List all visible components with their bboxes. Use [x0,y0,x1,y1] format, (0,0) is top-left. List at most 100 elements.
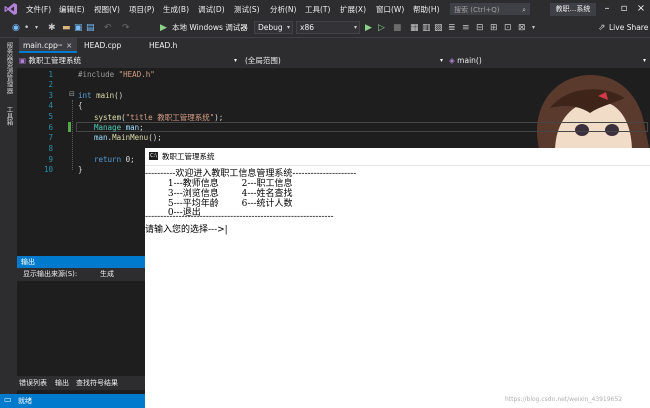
tab-main-cpp[interactable]: main.cpp ⊸ × [19,38,77,53]
line-number: 8 [48,144,53,153]
menu-debug[interactable]: 调试(D) [198,4,225,15]
line-number: 3 [48,91,53,100]
console-title-bar[interactable]: C:\ 教职工管理系统 [145,148,650,166]
restore-icon[interactable]: ▫ [617,2,631,16]
menu-analyze[interactable]: 分析(N) [270,4,296,15]
comment-icon[interactable]: ≣ [448,22,456,34]
scope-name: (全局范围) [245,56,281,65]
live-share-icon[interactable]: ⇗ [598,22,606,34]
tab-label: main.cpp [23,41,58,50]
line-number: 2 [48,80,53,89]
tab-head-h[interactable]: HEAD.h [145,38,200,53]
new-item-icon[interactable]: ✱ [48,22,56,34]
tab-output[interactable]: 输出 [55,378,69,388]
menu-edit[interactable]: 编辑(E) [59,4,85,15]
variable-name: man [94,133,108,142]
forward-icon[interactable]: • [24,22,29,34]
console-window[interactable]: C:\ 教职工管理系统 ----------欢迎进入教职工信息管理系统-----… [145,148,650,408]
menu-window[interactable]: 窗口(W) [376,4,404,15]
platform-select[interactable]: x86 ▾ [296,21,360,34]
output-text-area[interactable] [17,281,145,376]
menu-test[interactable]: 测试(S) [234,4,260,15]
console-prompt[interactable]: 请输入您的选择--->| [145,222,228,235]
menu-help[interactable]: 帮助(H) [413,4,440,15]
toolbar-icon-1[interactable]: ▦ [410,22,419,34]
start-without-debugging-icon[interactable]: ▶ [365,22,372,34]
string-literal: "title 教职工管理系统" [125,113,215,122]
tab-find-symbol-results[interactable]: 查找符号结果 [76,378,118,388]
current-line-highlight [76,122,648,132]
menu-extensions[interactable]: 扩展(X) [340,4,366,15]
toolbar-icon-2[interactable]: ▥ [422,22,431,34]
toolbar-icon-3[interactable]: ▧ [434,22,443,34]
keyword: return [94,155,126,164]
menu-file[interactable]: 文件(F) [26,4,51,15]
tab-error-list[interactable]: 错误列表 [19,378,47,388]
output-source-bar: 显示输出来源(S): 生成 [17,268,145,281]
menu-view[interactable]: 视图(V) [94,4,120,15]
output-source-select[interactable]: 生成 [100,268,114,281]
code-line-6: Manage man; [94,123,144,132]
stop-icon[interactable]: ■ [393,22,402,34]
variable-name: man [125,123,140,132]
dropdown-chevron-icon[interactable]: ▾ [35,22,38,34]
pin-icon[interactable]: ⊸ [57,38,62,53]
function-icon: ◈ [449,56,455,65]
document-tabs: main.cpp ⊸ × HEAD.cpp HEAD.h [17,38,650,53]
chevron-down-icon: ▾ [233,57,237,64]
tab-head-cpp[interactable]: HEAD.cpp [80,38,142,53]
preprocessor-directive: #include [78,70,119,79]
toolbox-tab[interactable]: 工具箱 [4,106,14,126]
navigation-bar: ▣ 教职工管理系统 ▾ (全局范围) ▾ ◈ main() ▾ [17,53,650,69]
undo-icon[interactable]: ↶ [104,22,112,34]
status-bar: ▭ 就绪 [0,394,145,408]
line-number: 4 [48,101,53,110]
code-line-7: man.MainMenu(); [94,133,162,142]
redo-icon[interactable]: ↷ [122,22,130,34]
configuration-select[interactable]: Debug ▾ [254,21,293,34]
bookmark-prev-icon[interactable]: ⊞ [490,22,498,34]
visual-studio-logo-icon [4,3,17,15]
line-number: 1 [48,70,53,79]
menu-bar: 文件(F) 编辑(E) 视图(V) 项目(P) 生成(B) 调试(D) 测试(S… [0,0,650,19]
menu-build[interactable]: 生成(B) [163,4,189,15]
bookmark-next-icon[interactable]: ⊡ [504,22,512,34]
server-explorer-tab[interactable]: 服务器资源管理器 [4,42,14,94]
member-dropdown[interactable]: ◈ main() ▾ [449,54,648,67]
start-debugging-icon[interactable]: ▶ [160,22,167,34]
open-folder-icon[interactable]: ▬ [62,22,71,34]
toolbar-icon-4[interactable]: ⊠ [518,22,526,34]
menu-project[interactable]: 项目(P) [129,4,154,15]
output-panel-header[interactable]: 输出 [17,256,145,268]
run-icon[interactable]: ▷ [378,22,385,34]
change-indicator [68,122,71,132]
close-icon[interactable]: × [634,2,648,16]
project-dropdown[interactable]: ▣ 教职工管理系统 ▾ [19,54,239,67]
search-input[interactable]: 搜索 (Ctrl+Q) ⌕ [450,3,530,15]
toolbar-overflow-icon[interactable]: ▾ [532,22,535,34]
collapse-icon[interactable]: ⊟ [69,90,75,98]
uncomment-icon[interactable]: ≡ [462,22,470,34]
run-target-label[interactable]: 本地 Windows 调试器 [172,22,248,34]
save-all-icon[interactable]: ▤ [86,22,95,34]
search-placeholder: 搜索 (Ctrl+Q) [454,6,500,14]
console-line: ----------------------------------------… [145,212,334,222]
bookmark-icon[interactable]: ⊟ [476,22,484,34]
save-icon[interactable]: ▣ [74,22,83,34]
live-share-button[interactable]: Live Share [609,22,648,34]
scope-dropdown[interactable]: (全局范围) ▾ [245,54,445,67]
code-line-9: return 0; [94,155,135,164]
status-text: 就绪 [18,397,32,405]
menu-tools[interactable]: 工具(T) [305,4,330,15]
close-tab-icon[interactable]: × [66,38,72,53]
line-number: 5 [48,112,53,121]
run-target-chevron-icon[interactable]: ▾ [244,22,247,34]
solution-name-badge[interactable]: 教职...系统 [550,3,596,16]
chevron-down-icon: ▾ [439,57,443,64]
minimize-icon[interactable]: – [600,2,614,16]
chevron-down-icon: ▾ [353,24,357,31]
function-name: system [94,113,122,122]
line-number: 10 [43,165,53,174]
code-line-1: #include "HEAD.h" [78,70,155,79]
back-icon[interactable]: ◉ [12,22,20,34]
